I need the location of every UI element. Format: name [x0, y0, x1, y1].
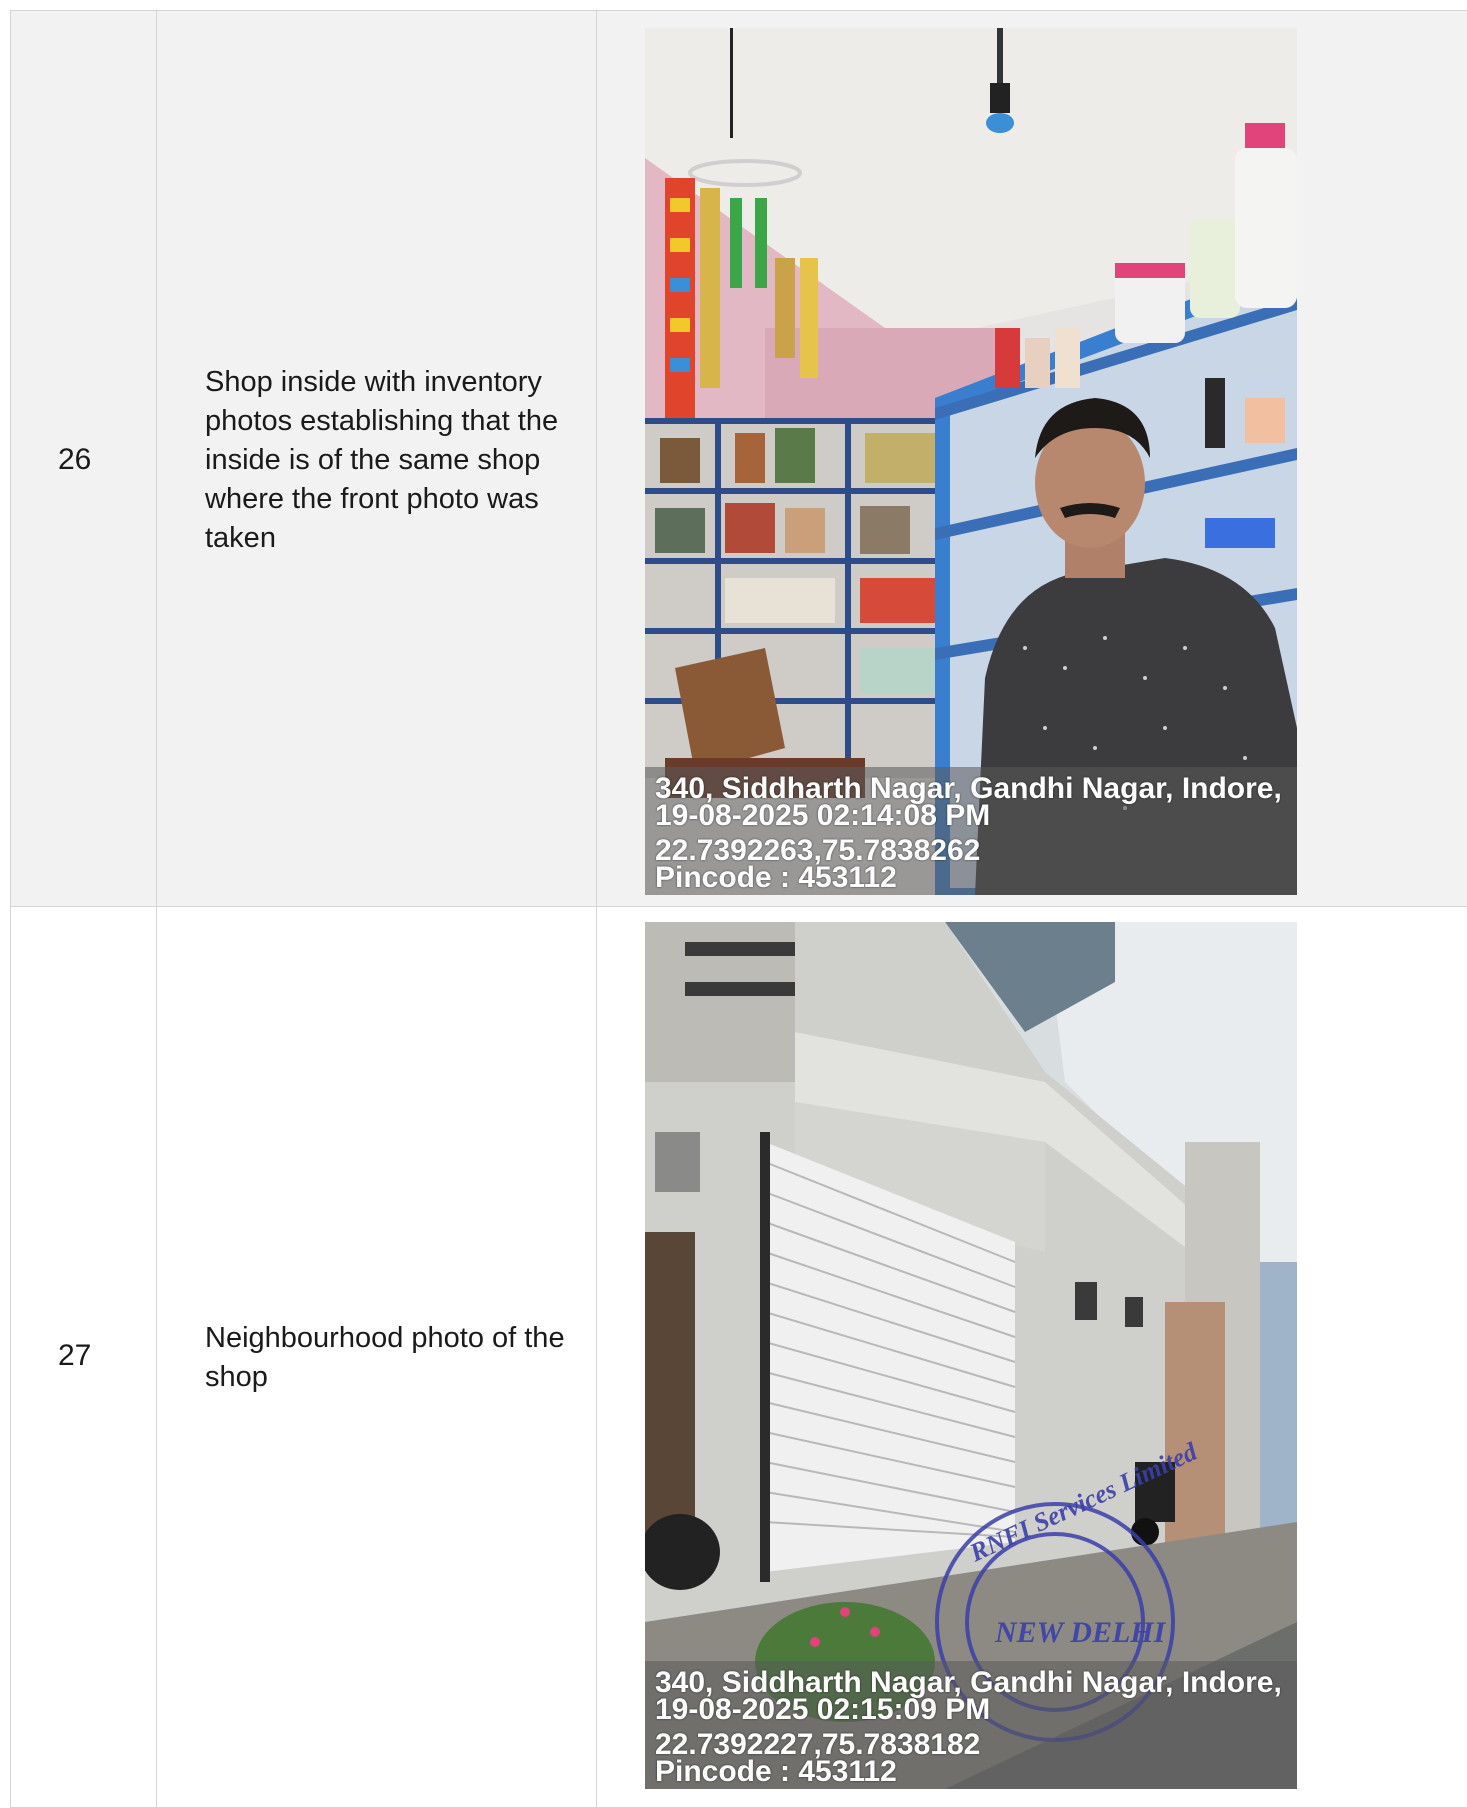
- seal-city-text: NEW DELHI: [994, 1616, 1167, 1649]
- neighbourhood-photo: RNFI Services Limited NEW DELHI 340, Sid…: [645, 922, 1297, 1789]
- row-number-cell: 27: [11, 907, 157, 1807]
- shop-inside-photo: 340, Siddharth Nagar, Gandhi Nagar, Indo…: [645, 28, 1297, 895]
- stamp-address: 340, Siddharth Nagar, Gandhi Nagar, Indo…: [655, 772, 1282, 805]
- photo-geotag-stamp: 340, Siddharth Nagar, Gandhi Nagar, Indo…: [645, 1661, 1297, 1789]
- stamp-pincode: Pincode : 453112: [655, 1755, 897, 1788]
- description-cell: Shop inside with inventory photos establ…: [157, 11, 597, 906]
- stamp-address: 340, Siddharth Nagar, Gandhi Nagar, Indo…: [655, 1666, 1282, 1699]
- photo-cell: RNFI Services Limited NEW DELHI 340, Sid…: [597, 907, 1467, 1807]
- row-description: Neighbourhood photo of the shop: [205, 1322, 565, 1393]
- document-table: 26 Shop inside with inventory photos est…: [10, 10, 1467, 1808]
- row-number: 27: [58, 1339, 92, 1372]
- row-description: Shop inside with inventory photos establ…: [205, 366, 559, 554]
- stamp-datetime: 19-08-2025 02:14:08 PM: [655, 799, 991, 832]
- photo-cell: 340, Siddharth Nagar, Gandhi Nagar, Indo…: [597, 11, 1467, 906]
- shop-inside-illustration: [645, 28, 1297, 895]
- table-row: 27 Neighbourhood photo of the shop RNFI …: [10, 907, 1467, 1808]
- stamp-pincode: Pincode : 453112: [655, 861, 897, 894]
- stamp-datetime: 19-08-2025 02:15:09 PM: [655, 1693, 991, 1726]
- row-number: 26: [58, 443, 92, 476]
- stamp-coordinates: 22.7392227,75.7838182: [655, 1728, 981, 1761]
- neighbourhood-illustration: RNFI Services Limited NEW DELHI: [645, 922, 1297, 1789]
- table-row: 26 Shop inside with inventory photos est…: [10, 11, 1467, 907]
- stamp-coordinates: 22.7392263,75.7838262: [655, 834, 981, 867]
- row-number-cell: 26: [11, 11, 157, 906]
- photo-geotag-stamp: 340, Siddharth Nagar, Gandhi Nagar, Indo…: [645, 767, 1297, 895]
- description-cell: Neighbourhood photo of the shop: [157, 907, 597, 1807]
